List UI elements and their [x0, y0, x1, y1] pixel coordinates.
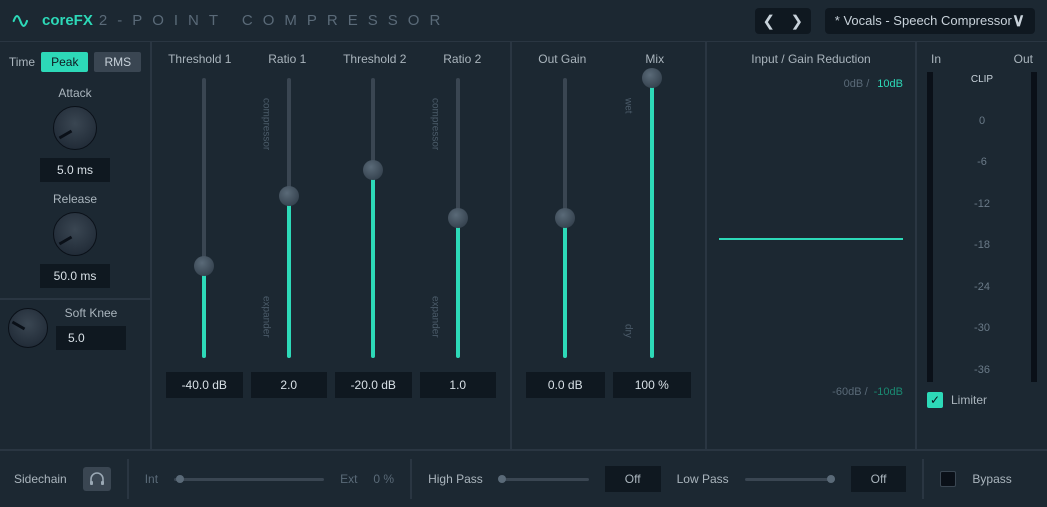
highpass-value[interactable]: Off [605, 466, 661, 492]
softknee-label: Soft Knee [56, 306, 126, 320]
sidechain-int-label: Int [145, 472, 158, 486]
gr-bot-neg: -10dB [874, 386, 903, 398]
limiter-checkbox[interactable]: ✓ [927, 392, 943, 408]
meters-column: In Out CLIP 0 -6 -12 -18 -24 -30 -36 ✓ Limiter [917, 42, 1047, 449]
meter-scale: CLIP 0 -6 -12 -18 -24 -30 -36 [941, 72, 1023, 382]
ratio2-label: Ratio 2 [421, 52, 505, 66]
wet-label: wet [623, 98, 634, 114]
outgain-label: Out Gain [518, 52, 607, 66]
brand-name: coreFX [42, 12, 93, 29]
threshold-value-2[interactable]: -20.0 dB [335, 372, 412, 398]
gain-reduction-column: Input / Gain Reduction 0dB / 10dB -60dB /… [707, 42, 917, 449]
expander-label: expander [261, 296, 272, 338]
time-label: Time [9, 55, 35, 69]
chevron-down-icon: ∨ [1012, 10, 1025, 31]
gr-line [719, 238, 903, 240]
header: coreFX 2-POINT COMPRESSOR ❮ ❯ * Vocals -… [0, 0, 1047, 42]
dry-label: dry [623, 324, 634, 338]
mix-value[interactable]: 100 % [613, 372, 692, 398]
meter-clip-label: CLIP [941, 74, 1023, 85]
meter-tick: -12 [941, 198, 1023, 210]
attack-value[interactable]: 5.0 ms [40, 158, 110, 182]
bypass-label: Bypass [972, 472, 1011, 486]
lowpass-slider[interactable] [745, 478, 835, 481]
gain-reduction-display: 0dB / 10dB -60dB / -10dB [719, 78, 903, 398]
softknee-value[interactable]: 5.0 [56, 326, 126, 350]
meter-out-bar [1031, 72, 1037, 382]
threshold-slider-0[interactable] [162, 78, 247, 358]
threshold-slider-3[interactable]: compressor expander [416, 78, 501, 358]
compressor-label: compressor [430, 98, 441, 150]
threshold-column: Threshold 1 Ratio 1 Threshold 2 Ratio 2 … [152, 42, 512, 449]
preset-selector[interactable]: * Vocals - Speech Compressor ∨ [825, 8, 1035, 34]
mix-slider[interactable]: wet dry [609, 78, 696, 358]
meter-in-label: In [931, 52, 941, 66]
gr-top-accent: 10dB [877, 78, 903, 90]
detection-column: Time Peak RMS Attack 5.0 ms Release 50.0… [0, 42, 152, 449]
release-label: Release [0, 192, 150, 206]
threshold1-label: Threshold 1 [158, 52, 242, 66]
meter-tick: -30 [941, 322, 1023, 334]
lowpass-value[interactable]: Off [851, 466, 907, 492]
preset-nav: ❮ ❯ [755, 8, 811, 34]
meter-tick: -6 [941, 156, 1023, 168]
rms-mode-button[interactable]: RMS [94, 52, 141, 72]
compressor-label: compressor [261, 98, 272, 150]
expander-label: expander [430, 296, 441, 338]
gr-top-scale: 0dB / [844, 78, 870, 90]
ratio1-label: Ratio 1 [246, 52, 330, 66]
bypass-checkbox[interactable] [940, 471, 956, 487]
meter-tick: -18 [941, 239, 1023, 251]
outgain-slider[interactable] [522, 78, 609, 358]
highpass-slider[interactable] [499, 478, 589, 481]
threshold2-label: Threshold 2 [333, 52, 417, 66]
meter-tick: -36 [941, 364, 1023, 376]
attack-knob[interactable] [53, 106, 97, 150]
mix-label: Mix [611, 52, 700, 66]
gr-bot-scale: -60dB / [832, 386, 867, 398]
output-column: Out Gain Mix wet dry 0.0 dB 100 % [512, 42, 707, 449]
threshold-value-0[interactable]: -40.0 dB [166, 372, 243, 398]
footer: Sidechain Int Ext 0 % High Pass Off Low … [0, 449, 1047, 507]
outgain-value[interactable]: 0.0 dB [526, 372, 605, 398]
meter-out-label: Out [1014, 52, 1033, 66]
release-knob[interactable] [53, 212, 97, 256]
plugin-title: 2-POINT COMPRESSOR [99, 12, 450, 29]
peak-mode-button[interactable]: Peak [41, 52, 88, 72]
headphones-icon[interactable] [83, 467, 111, 491]
threshold-slider-2[interactable] [331, 78, 416, 358]
attack-label: Attack [0, 86, 150, 100]
highpass-label: High Pass [428, 472, 483, 486]
release-value[interactable]: 50.0 ms [40, 264, 110, 288]
threshold-value-1[interactable]: 2.0 [251, 372, 328, 398]
meter-tick: 0 [941, 115, 1023, 127]
preset-name: * Vocals - Speech Compressor [835, 13, 1012, 28]
softknee-knob[interactable] [8, 308, 48, 348]
sidechain-ext-label: Ext [340, 472, 357, 486]
prev-preset-button[interactable]: ❮ [755, 8, 783, 34]
gain-reduction-title: Input / Gain Reduction [719, 52, 903, 66]
sidechain-ext-value: 0 % [373, 472, 394, 486]
next-preset-button[interactable]: ❯ [783, 8, 811, 34]
main-panel: Time Peak RMS Attack 5.0 ms Release 50.0… [0, 42, 1047, 449]
limiter-label: Limiter [951, 393, 987, 407]
meter-in-bar [927, 72, 933, 382]
lowpass-label: Low Pass [677, 472, 729, 486]
wave-logo-icon [12, 11, 32, 31]
threshold-slider-1[interactable]: compressor expander [247, 78, 332, 358]
sidechain-source-slider[interactable] [174, 478, 324, 481]
threshold-value-3[interactable]: 1.0 [420, 372, 497, 398]
sidechain-label: Sidechain [14, 472, 67, 486]
meter-tick: -24 [941, 281, 1023, 293]
